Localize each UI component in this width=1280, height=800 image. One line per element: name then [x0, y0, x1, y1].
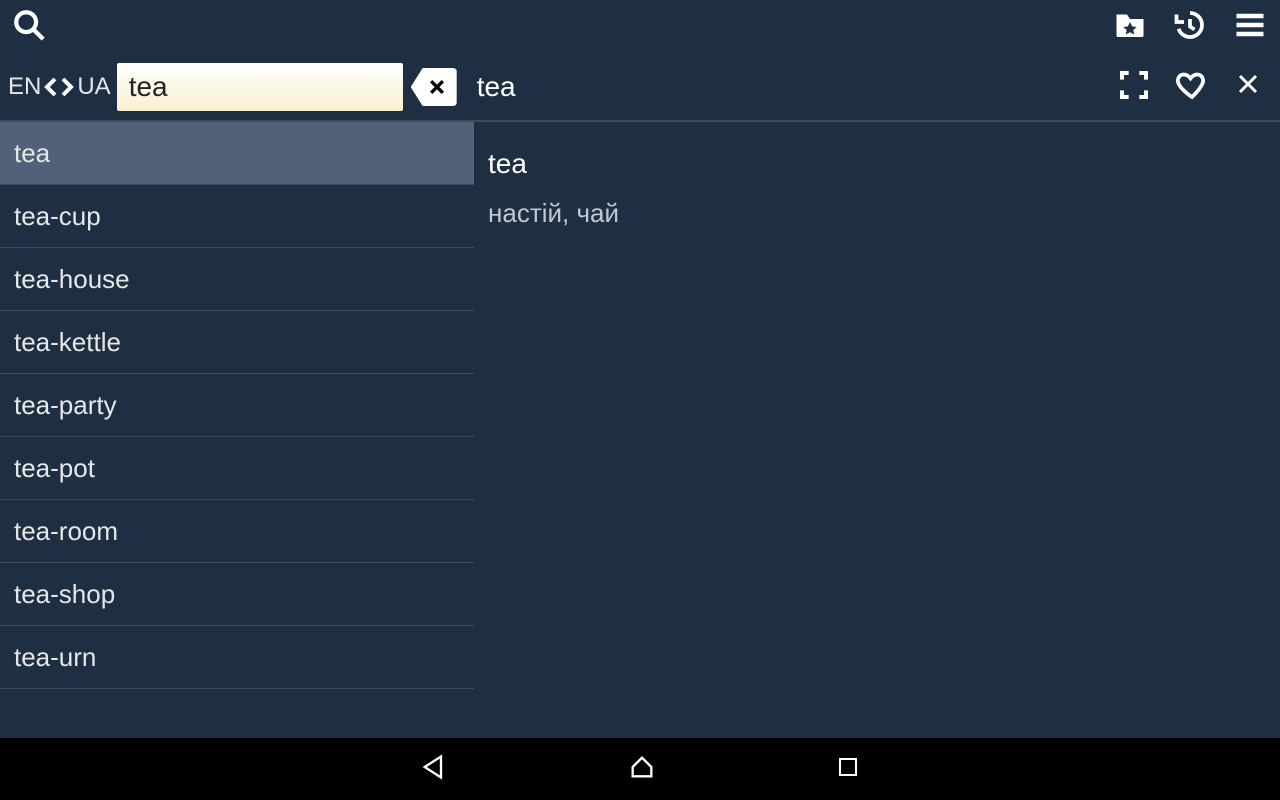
- list-item[interactable]: tea-cup: [0, 185, 474, 248]
- list-item[interactable]: tea-room: [0, 500, 474, 563]
- definition-panel: tea настій, чай: [474, 122, 1280, 738]
- nav-back-button[interactable]: [420, 753, 448, 786]
- nav-recent-button[interactable]: [836, 755, 860, 784]
- list-item[interactable]: tea-party: [0, 374, 474, 437]
- header-word: tea: [477, 71, 516, 103]
- list-item[interactable]: tea-kettle: [0, 311, 474, 374]
- favorite-icon[interactable]: [1174, 67, 1210, 108]
- list-item[interactable]: tea-house: [0, 248, 474, 311]
- history-icon[interactable]: [1172, 7, 1208, 48]
- nav-home-button[interactable]: [628, 753, 656, 786]
- chevron-left-icon: [43, 75, 59, 99]
- suggestion-list: teatea-cuptea-housetea-kettletea-partyte…: [0, 122, 474, 738]
- chevron-right-icon: [59, 75, 75, 99]
- language-selector[interactable]: EN UA: [6, 73, 113, 101]
- lang-to: UA: [77, 73, 110, 101]
- favorites-folder-icon[interactable]: [1112, 7, 1148, 48]
- clear-input-button[interactable]: [411, 68, 457, 106]
- entry-translation: настій, чай: [488, 198, 1266, 229]
- entry-headword: tea: [488, 148, 1266, 180]
- list-item[interactable]: tea: [0, 122, 474, 185]
- list-item[interactable]: tea-urn: [0, 626, 474, 689]
- top-bar-2: EN UA tea: [0, 54, 1280, 120]
- close-button[interactable]: [1236, 71, 1260, 103]
- search-input[interactable]: [117, 63, 403, 111]
- close-icon: [427, 77, 447, 97]
- fullscreen-icon[interactable]: [1118, 69, 1150, 106]
- android-nav-bar: [0, 738, 1280, 800]
- menu-icon[interactable]: [1232, 7, 1268, 48]
- search-icon[interactable]: [12, 8, 46, 47]
- lang-from: EN: [8, 73, 41, 101]
- main-body: teatea-cuptea-housetea-kettletea-partyte…: [0, 122, 1280, 738]
- top-bar-1: [0, 0, 1280, 54]
- list-item[interactable]: tea-shop: [0, 563, 474, 626]
- list-item[interactable]: tea-pot: [0, 437, 474, 500]
- search-box: [117, 63, 403, 111]
